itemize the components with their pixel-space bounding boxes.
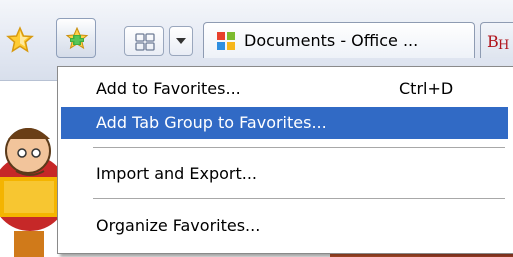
menu-item-label: Import and Export...: [96, 164, 258, 183]
chevron-down-icon: [176, 38, 186, 44]
favorites-star-icon[interactable]: [6, 26, 34, 54]
menu-item-add-to-favorites[interactable]: Add to Favorites... Ctrl+D: [61, 73, 508, 105]
svg-text:B: B: [487, 32, 499, 50]
star-plus-icon: [65, 27, 89, 50]
tab-title: Documents - Office ...: [244, 31, 419, 50]
tab-list-dropdown-button[interactable]: [169, 26, 193, 56]
menu-item-label: Organize Favorites...: [96, 216, 261, 235]
menu-item-import-and-export[interactable]: Import and Export...: [61, 158, 508, 190]
menu-separator: [93, 147, 505, 148]
menu-item-label: Add Tab Group to Favorites...: [96, 113, 327, 132]
add-to-favorites-button[interactable]: [56, 18, 96, 58]
office-logo-icon: [217, 32, 235, 50]
svg-text:H: H: [498, 38, 509, 50]
quick-tabs-icon: [135, 33, 155, 51]
site-favicon-icon: B H: [487, 32, 509, 50]
menu-item-shortcut: Ctrl+D: [399, 79, 454, 98]
menu-item-add-tab-group-to-favorites[interactable]: Add Tab Group to Favorites...: [61, 107, 508, 139]
menu-item-label: Add to Favorites...: [96, 79, 241, 98]
menu-separator: [93, 198, 505, 199]
quick-tabs-button[interactable]: [124, 26, 164, 56]
tab-documents[interactable]: Documents - Office ...: [203, 22, 475, 58]
menu-item-organize-favorites[interactable]: Organize Favorites...: [61, 210, 508, 242]
favorites-dropdown-menu: Add to Favorites... Ctrl+D Add Tab Group…: [57, 66, 513, 254]
tab-next[interactable]: B H: [480, 22, 513, 58]
screen: Documents - Office ... B H Add to Favori…: [0, 0, 513, 257]
